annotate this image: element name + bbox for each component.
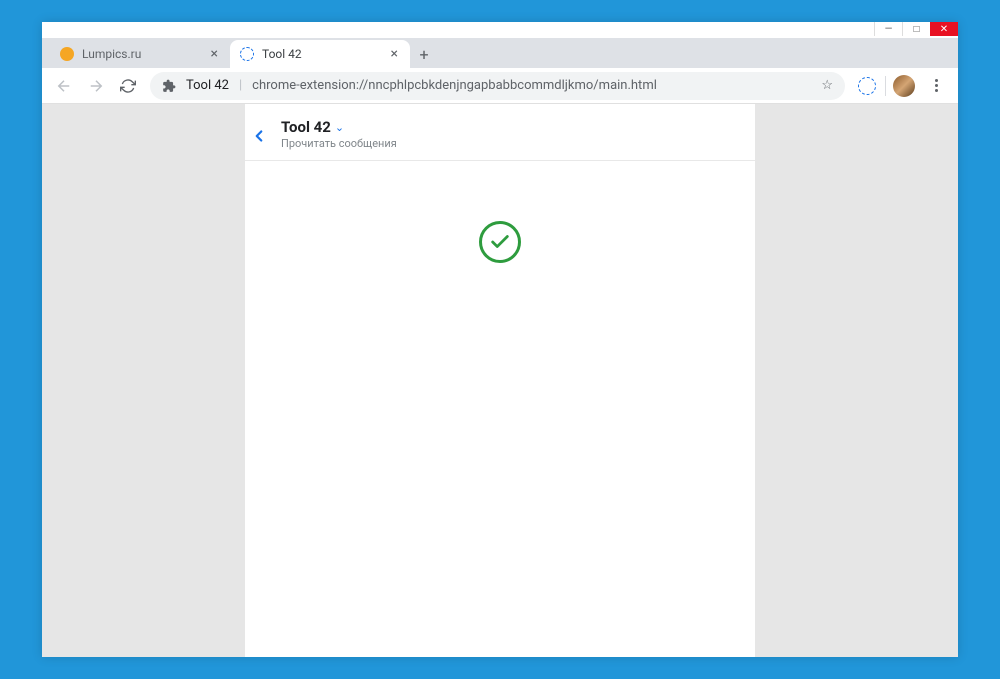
- menu-button[interactable]: [922, 72, 950, 100]
- page-header-text: Tool 42 ⌄ Прочитать сообщения: [281, 118, 397, 150]
- tab-title: Lumpics.ru: [82, 47, 201, 61]
- maximize-button[interactable]: □: [902, 22, 930, 36]
- omnibox-separator: |: [239, 78, 242, 93]
- kebab-menu-icon: [935, 79, 938, 92]
- page-title: Tool 42: [281, 118, 331, 136]
- window-titlebar: — □ ✕: [42, 22, 958, 38]
- favicon-icon: [60, 47, 74, 61]
- avatar: [893, 75, 915, 97]
- bookmark-star-icon[interactable]: ☆: [821, 78, 833, 93]
- omnibox-url: chrome-extension://nncphlpcbkdenjngapbab…: [252, 78, 811, 93]
- address-bar: Tool 42 | chrome-extension://nncphlpcbkd…: [42, 68, 958, 104]
- extension-icon: [162, 79, 176, 93]
- close-tab-icon[interactable]: ×: [389, 46, 400, 62]
- viewport: Tool 42 ⌄ Прочитать сообщения: [42, 104, 958, 657]
- page-subtitle: Прочитать сообщения: [281, 137, 397, 150]
- minimize-button[interactable]: —: [874, 22, 902, 36]
- forward-button[interactable]: [82, 72, 110, 100]
- new-tab-button[interactable]: +: [410, 40, 438, 68]
- chevron-down-icon: ⌄: [335, 121, 344, 134]
- page-back-button[interactable]: [245, 122, 273, 150]
- window-controls: — □ ✕: [874, 22, 958, 36]
- tab-lumpics[interactable]: Lumpics.ru ×: [50, 40, 230, 68]
- close-window-button[interactable]: ✕: [930, 22, 958, 36]
- close-tab-icon[interactable]: ×: [209, 46, 220, 62]
- tab-tool42[interactable]: Tool 42 ×: [230, 40, 410, 68]
- reload-button[interactable]: [114, 72, 142, 100]
- omnibox-site-title: Tool 42: [186, 78, 229, 93]
- extension-page: Tool 42 ⌄ Прочитать сообщения: [245, 104, 755, 657]
- page-header: Tool 42 ⌄ Прочитать сообщения: [245, 118, 755, 161]
- success-checkmark-icon: [479, 221, 521, 263]
- toolbar-divider: [885, 76, 886, 96]
- tab-title: Tool 42: [262, 47, 381, 61]
- checkmark-icon: [489, 231, 511, 253]
- browser-window: — □ ✕ Lumpics.ru × Tool 42 × + Tool 42: [42, 22, 958, 657]
- arrow-left-icon: [55, 77, 73, 95]
- reload-icon: [120, 78, 136, 94]
- arrow-right-icon: [87, 77, 105, 95]
- success-indicator-area: [245, 161, 755, 263]
- page-title-row[interactable]: Tool 42 ⌄: [281, 118, 397, 136]
- omnibox[interactable]: Tool 42 | chrome-extension://nncphlpcbkd…: [150, 72, 845, 100]
- tool42-extension-icon: [858, 77, 876, 95]
- favicon-icon: [240, 47, 254, 61]
- extension-toolbar-button[interactable]: [853, 72, 881, 100]
- back-button[interactable]: [50, 72, 78, 100]
- tab-strip: Lumpics.ru × Tool 42 × +: [42, 38, 958, 68]
- chevron-left-icon: [250, 127, 268, 145]
- profile-avatar-button[interactable]: [890, 72, 918, 100]
